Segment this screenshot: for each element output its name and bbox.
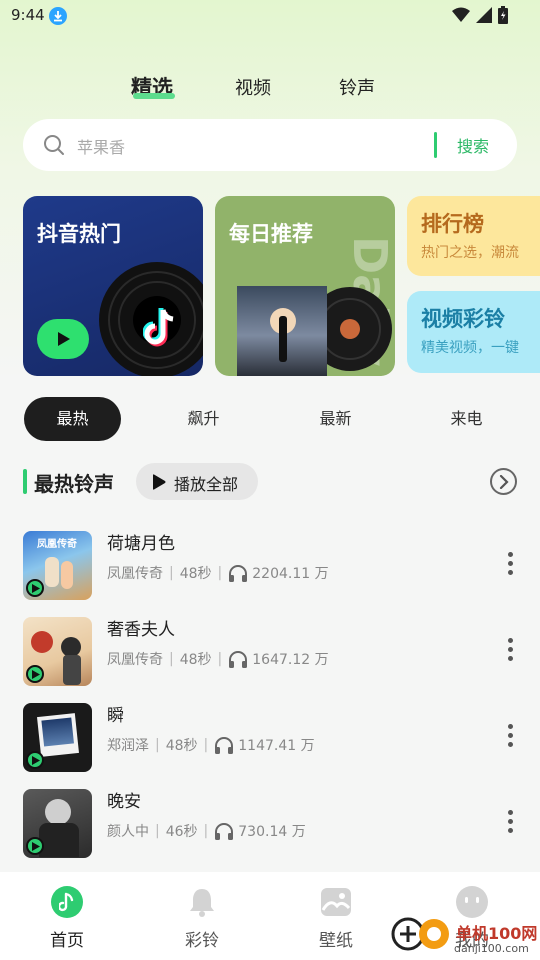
song-duration: 48秒 [179,566,212,582]
video-ringtone-card[interactable]: 视频彩铃 精美视频，一键 [407,291,540,373]
search-button[interactable]: 搜索 [457,133,489,157]
play-button[interactable] [37,319,89,359]
filter-caller[interactable]: 来电 [418,397,515,441]
signal-icon [476,7,492,23]
song-meta: 郑润泽 | 48秒 | 1147.41 万 [107,737,315,754]
tab-ringtone[interactable]: 铃声 [339,74,375,100]
song-title: 奢香夫人 [107,620,175,640]
song-meta: 颜人中 | 46秒 | 730.14 万 [107,823,306,840]
wifi-icon [452,7,470,22]
more-options-icon[interactable] [505,724,515,752]
song-title: 荷塘月色 [107,534,175,554]
music-note-icon [51,886,83,918]
song-duration: 48秒 [179,652,212,668]
song-plays: 1147.41 万 [238,738,315,754]
search-input[interactable]: 苹果香 [77,134,125,158]
search-divider [434,132,437,158]
video-ringtone-title: 视频彩铃 [421,307,505,331]
tab-active-indicator [133,93,175,99]
song-cover-image: 凤凰传奇 [23,531,92,600]
watermark: 单机100网 danji100.com [390,910,540,960]
song-row[interactable]: 奢香夫人 凤凰传奇 | 48秒 | 1647.12 万 [0,617,540,697]
wallpaper-icon [320,886,352,918]
song-cover-image [23,703,92,772]
status-right-icons [452,6,508,24]
song-plays: 2204.11 万 [252,566,329,582]
section-title: 最热铃声 [34,472,114,496]
song-artist: 郑润泽 [107,738,149,754]
play-badge-icon[interactable] [26,665,44,683]
song-duration: 46秒 [165,824,198,840]
song-title: 晚安 [107,792,141,812]
more-arrow-button[interactable] [490,468,517,495]
headphones-icon [229,565,248,582]
album-cover-image [237,286,327,376]
song-row[interactable]: 晚安 颜人中 | 46秒 | 730.14 万 [0,789,540,869]
daily-recommend-title: 每日推荐 [229,222,313,246]
song-meta: 凤凰传奇 | 48秒 | 2204.11 万 [107,565,329,582]
play-icon [153,474,166,490]
top-tabs: 精选 视频 铃声 [0,70,540,100]
song-plays: 1647.12 万 [252,652,329,668]
headphones-icon [215,823,234,840]
bell-icon [186,886,218,918]
search-bar[interactable]: 苹果香 搜索 [23,119,517,171]
song-cover-image [23,789,92,858]
tab-video[interactable]: 视频 [235,74,271,100]
ranking-title: 排行榜 [421,212,484,236]
song-row[interactable]: 凤凰传奇 荷塘月色 凤凰传奇 | 48秒 | 2204.11 万 [0,531,540,611]
headphones-icon [215,737,234,754]
song-artist: 凤凰传奇 [107,652,163,668]
song-artist: 颜人中 [107,824,149,840]
headphones-icon [229,651,248,668]
play-badge-icon[interactable] [26,837,44,855]
section-accent-bar [23,469,27,494]
filter-rising[interactable]: 飙升 [155,397,252,441]
song-artist: 凤凰传奇 [107,566,163,582]
nav-ringback-label: 彩铃 [185,931,219,951]
nav-wallpaper-label: 壁纸 [319,931,353,951]
song-title: 瞬 [107,706,124,726]
cover-caption: 凤凰传奇 [37,539,77,550]
watermark-url: danji100.com [454,942,529,955]
filter-newest[interactable]: 最新 [287,397,384,441]
status-bar: 9:44 [0,0,540,32]
tiktok-logo-icon [143,308,174,347]
play-all-button[interactable]: 播放全部 [136,463,258,500]
douyin-hot-card[interactable]: 抖音热门 [23,196,203,376]
more-options-icon[interactable] [505,552,515,580]
song-cover-image [23,617,92,686]
song-duration: 48秒 [165,738,198,754]
play-all-label: 播放全部 [174,475,239,494]
more-options-icon[interactable] [505,638,515,666]
daily-recommend-card[interactable]: 每日推荐 Daily [215,196,395,376]
battery-icon [498,6,508,24]
douyin-hot-title: 抖音热门 [37,222,121,246]
song-row[interactable]: 瞬 郑润泽 | 48秒 | 1147.41 万 [0,703,540,783]
status-time: 9:44 [11,6,45,24]
ranking-card[interactable]: 排行榜 热门之选，潮流 [407,196,540,276]
song-meta: 凤凰传奇 | 48秒 | 1647.12 万 [107,651,329,668]
song-plays: 730.14 万 [238,824,306,840]
ranking-subtitle: 热门之选，潮流 [421,245,519,261]
nav-home-label: 首页 [50,931,84,951]
watermark-text: 单机100网 [456,924,538,943]
video-ringtone-subtitle: 精美视频，一键 [421,340,519,356]
watermark-logo [391,917,449,951]
more-options-icon[interactable] [505,810,515,838]
filter-hottest[interactable]: 最热 [24,397,121,441]
search-icon [44,135,64,155]
download-icon [49,7,67,25]
play-badge-icon[interactable] [26,579,44,597]
play-badge-icon[interactable] [26,751,44,769]
chevron-right-icon [499,475,509,489]
play-icon [58,332,70,346]
